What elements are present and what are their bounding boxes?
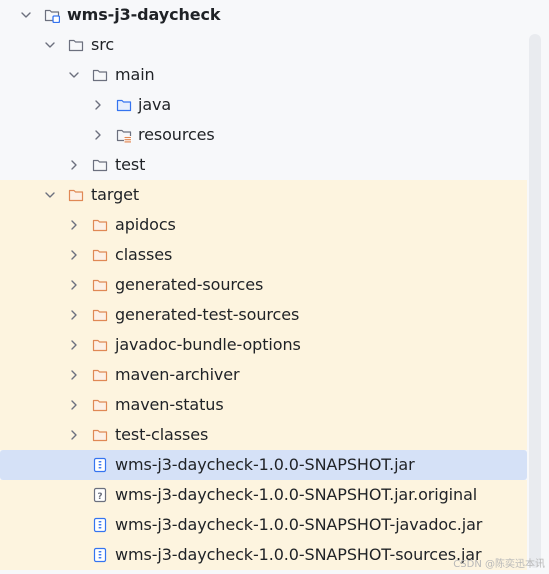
tree-row-maven-status[interactable]: maven-status bbox=[0, 390, 527, 420]
module-folder-icon bbox=[44, 9, 60, 23]
excluded-folder-icon bbox=[92, 279, 108, 292]
chevron-right-icon[interactable] bbox=[92, 129, 104, 141]
chevron-down-icon[interactable] bbox=[20, 9, 32, 21]
folder-label-resources: resources bbox=[138, 125, 215, 144]
watermark: CSDN @陈奕迅本讯 bbox=[453, 559, 545, 570]
tree-row-main[interactable]: main bbox=[0, 60, 527, 90]
folder-icon bbox=[92, 69, 108, 82]
folder-label-generated-test-sources: generated-test-sources bbox=[115, 305, 300, 324]
folder-label-java: java bbox=[138, 95, 172, 114]
folder-label-maven-status: maven-status bbox=[115, 395, 224, 414]
excluded-folder-icon bbox=[92, 309, 108, 322]
folder-label-test: test bbox=[115, 155, 146, 174]
tree-row-snapshot-jar[interactable]: wms-j3-daycheck-1.0.0-SNAPSHOT.jar bbox=[0, 450, 527, 480]
tree-row-maven-archiver[interactable]: maven-archiver bbox=[0, 360, 527, 390]
project-name: wms-j3-daycheck bbox=[67, 5, 221, 24]
source-folder-icon bbox=[116, 99, 132, 112]
excluded-folder-icon bbox=[92, 219, 108, 232]
tree-row-snapshot-jar-original[interactable]: ? wms-j3-daycheck-1.0.0-SNAPSHOT.jar.ori… bbox=[0, 480, 527, 510]
tree-row-project-root[interactable]: wms-j3-daycheck bbox=[0, 0, 527, 30]
tree-row-test-classes[interactable]: test-classes bbox=[0, 420, 527, 450]
chevron-right-icon[interactable] bbox=[68, 249, 80, 261]
chevron-right-icon[interactable] bbox=[68, 159, 80, 171]
folder-label-classes: classes bbox=[115, 245, 173, 264]
folder-label-main: main bbox=[115, 65, 155, 84]
folder-label-javadoc-bundle-options: javadoc-bundle-options bbox=[115, 335, 301, 354]
chevron-right-icon[interactable] bbox=[92, 99, 104, 111]
tree-row-javadoc-jar[interactable]: wms-j3-daycheck-1.0.0-SNAPSHOT-javadoc.j… bbox=[0, 510, 527, 540]
tree-row-javadoc-bundle-options[interactable]: javadoc-bundle-options bbox=[0, 330, 527, 360]
folder-label-generated-sources: generated-sources bbox=[115, 275, 264, 294]
tree-row-classes[interactable]: classes bbox=[0, 240, 527, 270]
chevron-down-icon[interactable] bbox=[68, 69, 80, 81]
chevron-right-icon[interactable] bbox=[68, 399, 80, 411]
file-label-javadoc-jar: wms-j3-daycheck-1.0.0-SNAPSHOT-javadoc.j… bbox=[115, 515, 483, 534]
tree-row-resources[interactable]: resources bbox=[0, 120, 527, 150]
folder-icon bbox=[92, 159, 108, 172]
jar-file-icon bbox=[93, 547, 107, 563]
chevron-right-icon[interactable] bbox=[68, 219, 80, 231]
chevron-right-icon[interactable] bbox=[68, 309, 80, 321]
chevron-right-icon[interactable] bbox=[68, 429, 80, 441]
folder-label-test-classes: test-classes bbox=[115, 425, 209, 444]
excluded-folder-icon bbox=[92, 399, 108, 412]
excluded-folder-icon bbox=[68, 189, 84, 202]
chevron-right-icon[interactable] bbox=[68, 339, 80, 351]
tree-row-generated-test-sources[interactable]: generated-test-sources bbox=[0, 300, 527, 330]
tree-row-generated-sources[interactable]: generated-sources bbox=[0, 270, 527, 300]
jar-file-icon bbox=[93, 517, 107, 533]
excluded-folder-icon bbox=[92, 339, 108, 352]
tree-row-src[interactable]: src bbox=[0, 30, 527, 60]
folder-label-target: target bbox=[91, 185, 140, 204]
tree-row-test[interactable]: test bbox=[0, 150, 527, 180]
chevron-right-icon[interactable] bbox=[68, 369, 80, 381]
resources-folder-icon bbox=[116, 129, 132, 143]
project-tree: wms-j3-daycheck src main java resources … bbox=[0, 0, 549, 574]
jar-file-icon bbox=[93, 457, 107, 473]
excluded-folder-icon bbox=[92, 249, 108, 262]
tree-row-java[interactable]: java bbox=[0, 90, 527, 120]
folder-label-src: src bbox=[91, 35, 115, 54]
unknown-file-icon: ? bbox=[93, 487, 107, 503]
chevron-right-icon[interactable] bbox=[68, 279, 80, 291]
folder-label-apidocs: apidocs bbox=[115, 215, 176, 234]
chevron-down-icon[interactable] bbox=[44, 39, 56, 51]
folder-icon bbox=[68, 39, 84, 52]
tree-row-target[interactable]: target bbox=[0, 180, 527, 210]
svg-text:?: ? bbox=[97, 492, 102, 502]
excluded-folder-icon bbox=[92, 429, 108, 442]
file-label-snapshot-jar: wms-j3-daycheck-1.0.0-SNAPSHOT.jar bbox=[115, 455, 415, 474]
vertical-scrollbar[interactable] bbox=[529, 34, 541, 568]
file-label-snapshot-jar-original: wms-j3-daycheck-1.0.0-SNAPSHOT.jar.origi… bbox=[115, 485, 478, 504]
file-label-sources-jar: wms-j3-daycheck-1.0.0-SNAPSHOT-sources.j… bbox=[115, 545, 482, 564]
excluded-folder-icon bbox=[92, 369, 108, 382]
folder-label-maven-archiver: maven-archiver bbox=[115, 365, 240, 384]
tree-row-sources-jar[interactable]: wms-j3-daycheck-1.0.0-SNAPSHOT-sources.j… bbox=[0, 540, 527, 570]
tree-row-apidocs[interactable]: apidocs bbox=[0, 210, 527, 240]
chevron-down-icon[interactable] bbox=[44, 189, 56, 201]
